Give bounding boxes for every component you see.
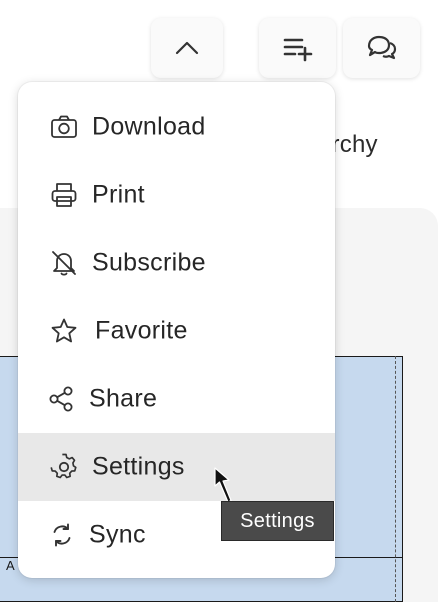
- chevron-up-icon: [173, 34, 201, 62]
- menu-item-favorite[interactable]: Favorite: [18, 297, 335, 365]
- menu-item-label: Print: [92, 180, 145, 209]
- comments-button[interactable]: [343, 18, 420, 78]
- share-icon: [48, 385, 76, 413]
- menu-item-settings[interactable]: Settings: [18, 433, 335, 501]
- comments-icon: [366, 34, 398, 62]
- settings-tooltip: Settings: [221, 501, 334, 541]
- bell-off-icon: [50, 249, 78, 277]
- camera-icon: [50, 113, 78, 141]
- menu-item-label: Sync: [89, 520, 146, 549]
- menu-item-subscribe[interactable]: Subscribe: [18, 229, 335, 297]
- menu-item-label: Settings: [92, 452, 185, 481]
- gear-icon: [50, 453, 78, 481]
- menu-item-print[interactable]: Print: [18, 161, 335, 229]
- menu-item-label: Favorite: [95, 316, 188, 345]
- star-icon: [50, 317, 78, 345]
- menu-item-share[interactable]: Share: [18, 365, 335, 433]
- menu-item-label: Download: [92, 112, 206, 141]
- sync-icon: [48, 521, 76, 549]
- menu-item-label: Share: [89, 384, 158, 413]
- menu-item-label: Subscribe: [92, 248, 206, 277]
- printer-icon: [50, 181, 78, 209]
- chart-label-fragment: A: [6, 558, 15, 573]
- playlist-add-icon: [282, 34, 314, 62]
- chart-dashed-line: [395, 356, 396, 602]
- menu-item-download[interactable]: Download: [18, 93, 335, 161]
- add-to-list-button[interactable]: [259, 18, 336, 78]
- collapse-button[interactable]: [151, 18, 223, 78]
